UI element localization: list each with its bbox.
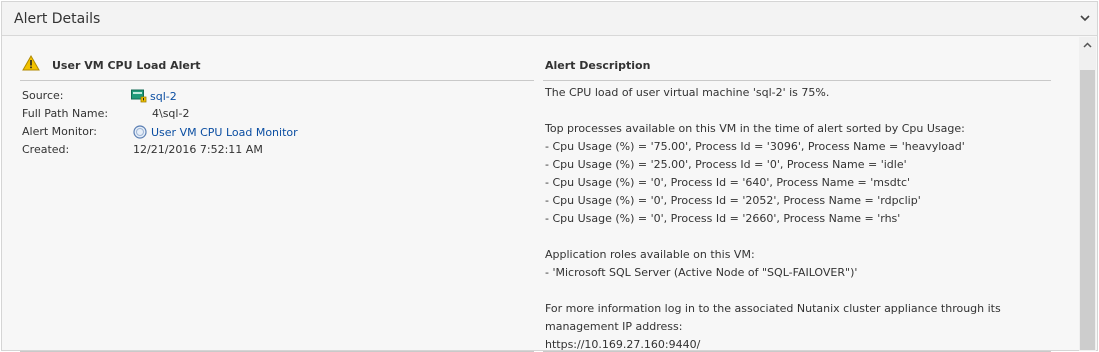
source-link[interactable]: sql-2: [150, 90, 177, 103]
warning-icon: [22, 54, 40, 71]
description-title: Alert Description: [545, 59, 651, 72]
description-header: Alert Description: [543, 50, 1051, 81]
created-value: 12/21/2016 7:52:11 AM: [133, 143, 263, 156]
alert-monitor-label: Alert Monitor:: [22, 125, 98, 138]
scrollbar-thumb[interactable]: [1080, 70, 1095, 350]
alert-monitor-value: User VM CPU Load Monitor: [133, 125, 298, 139]
alert-details-panel: Alert Details User VM CPU Load Alert Sou…: [1, 1, 1098, 352]
monitor-icon: [133, 125, 147, 139]
source-label: Source:: [22, 89, 64, 102]
panel-content: User VM CPU Load Alert Source: sql-2 Ful…: [2, 36, 1082, 352]
alert-monitor-link[interactable]: User VM CPU Load Monitor: [151, 126, 298, 139]
vm-icon: [131, 89, 147, 103]
full-path-value: 4\sql-2: [152, 107, 190, 120]
panel-header: Alert Details: [2, 2, 1097, 36]
full-path-label: Full Path Name:: [22, 107, 109, 120]
source-value: sql-2: [131, 89, 177, 103]
alert-title: User VM CPU Load Alert: [52, 59, 201, 72]
description-text: The CPU load of user virtual machine 'sq…: [545, 86, 1001, 351]
alert-title-header: User VM CPU Load Alert: [20, 50, 534, 81]
scroll-up-arrow-icon[interactable]: [1079, 37, 1096, 53]
created-label: Created:: [22, 143, 70, 156]
vertical-scrollbar[interactable]: [1079, 37, 1096, 351]
chevron-down-icon[interactable]: [1079, 12, 1091, 24]
panel-title: Alert Details: [14, 11, 101, 27]
